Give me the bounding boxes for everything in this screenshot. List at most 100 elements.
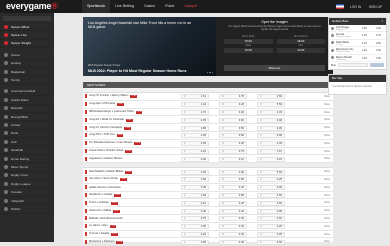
favorite-icon[interactable] bbox=[85, 192, 87, 197]
game-row[interactable]: Hellas Verona v Fiorentina 1 2.35 X 3.20 2… bbox=[83, 184, 333, 192]
game-row[interactable]: Jaguaracu v Atletico Mineiro 1 3.40 X 3.10… bbox=[83, 155, 333, 164]
sidebar-item-snooker[interactable]: Snooker bbox=[0, 188, 54, 197]
odds-away[interactable]: 2 2.60 bbox=[257, 216, 285, 222]
odds-draw[interactable]: X 3.50 bbox=[219, 125, 247, 131]
favorite-icon[interactable] bbox=[85, 224, 87, 229]
odds-draw[interactable]: X 3.25 bbox=[219, 200, 247, 206]
favorite-icon[interactable] bbox=[85, 133, 87, 138]
favorite-icon[interactable] bbox=[85, 200, 87, 205]
odds-draw[interactable]: X 3.40 bbox=[219, 109, 247, 115]
sidebar-item-horse-racing[interactable]: Horse Racing bbox=[0, 155, 54, 164]
favorite-icon[interactable] bbox=[85, 231, 87, 236]
odds-home[interactable]: 1 2.40 bbox=[181, 208, 209, 214]
odds-home[interactable]: 1 2.05 bbox=[181, 133, 209, 139]
odds-draw[interactable]: X 3.30 bbox=[219, 239, 247, 245]
odds-draw[interactable]: X 3.40 bbox=[219, 231, 247, 237]
odds-away[interactable]: 2 1.67 bbox=[257, 148, 285, 154]
odds-home[interactable]: 1 2.55 bbox=[181, 141, 209, 147]
sidebar-item-basketball[interactable]: Basketball bbox=[0, 68, 54, 77]
game-row[interactable]: Jan Chen v Sven Ozcan LIVE 1 1.60 X 3.60 22… bbox=[83, 176, 333, 184]
sidebar-item-soccer-offers[interactable]: Soccer Offers bbox=[0, 23, 54, 32]
sidebar-item-american-football[interactable]: American Football bbox=[0, 88, 54, 97]
odds-away[interactable]: 2 2.45 bbox=[257, 141, 285, 147]
nav-casino[interactable]: Casino bbox=[139, 0, 160, 13]
favorite-icon[interactable] bbox=[85, 125, 87, 130]
odds-away[interactable]: 2 4.50 bbox=[257, 192, 285, 198]
odds-draw[interactable]: X 3.50 bbox=[219, 192, 247, 198]
sidebar-item-motor-sports[interactable]: Motor Sports bbox=[0, 163, 54, 172]
hottest-bet-item[interactable]: Manchester City Premier League 1.20 2.00 bbox=[329, 47, 386, 55]
collapse-icon[interactable]: ▾ bbox=[381, 18, 383, 25]
odds-draw[interactable]: X 3.25 bbox=[219, 224, 247, 230]
odds-away[interactable]: 2 3.45 bbox=[257, 125, 285, 131]
sidebar-search[interactable] bbox=[3, 16, 51, 21]
sidebar-item-handball[interactable]: Handball bbox=[0, 146, 54, 155]
odds-home[interactable]: 1 1.55 bbox=[181, 169, 209, 175]
odds-home[interactable]: 1 2.20 bbox=[181, 231, 209, 237]
odds-draw[interactable]: X 3.75 bbox=[219, 148, 247, 154]
sidebar-item-soccer-tonight[interactable]: Soccer Tonight bbox=[0, 40, 54, 49]
sidebar-item-rugby-league[interactable]: Rugby League bbox=[0, 180, 54, 189]
favorite-icon[interactable] bbox=[85, 185, 87, 190]
nav-live-betting[interactable]: Live Betting bbox=[110, 0, 139, 13]
language-flag-icon[interactable] bbox=[336, 4, 345, 9]
sidebar-item-politics[interactable]: Politics bbox=[0, 205, 54, 214]
odds-draw[interactable]: X 3.50 bbox=[219, 133, 247, 139]
game-row[interactable]: Torino v Udinese LIVE 1 2.10 X 3.25 2 3.60 M… bbox=[83, 199, 333, 208]
odds-draw[interactable]: X 4.00 bbox=[219, 169, 247, 175]
game-row[interactable]: Le Havre v Pau LIVE 1 1.90 X 3.25 2 4.20 Mor… bbox=[83, 223, 333, 231]
sidebar-item-hockey[interactable]: Hockey bbox=[0, 60, 54, 68]
odds-home[interactable]: 1 3.40 bbox=[181, 156, 209, 162]
stake-field[interactable]: 10.00 bbox=[224, 48, 273, 53]
favorite-icon[interactable] bbox=[85, 208, 87, 213]
sidebar-item-soccer[interactable]: Soccer bbox=[0, 51, 54, 60]
favorite-icon[interactable] bbox=[85, 169, 87, 174]
game-row[interactable]: Ceara Tokai v Tohoku United LIVE 1 4.10 X3… bbox=[83, 148, 333, 156]
odds-away[interactable]: 2 3.50 bbox=[257, 239, 285, 245]
game-row[interactable]: Toronto v Seattle LIVE 1 2.20 X 3.40 2 3.25 … bbox=[83, 231, 333, 239]
game-row[interactable]: Jong FC Utrecht v Excelsior LIVE 1 1.89 X3… bbox=[83, 124, 333, 132]
hottest-bet-item[interactable]: Club Brugge Brugge KV 1.50 2.00 bbox=[329, 25, 386, 33]
nav-jackpot[interactable]: Jackpot bbox=[180, 0, 202, 13]
featured-image[interactable]: Los Angeles Angel baseball star Mike Tro… bbox=[83, 17, 216, 76]
sidebar-item-soccer-live[interactable]: Soccer Live bbox=[0, 31, 54, 40]
favorite-icon[interactable] bbox=[85, 109, 87, 114]
sidebar-item-tennis[interactable]: Tennis bbox=[0, 76, 54, 85]
odds-away[interactable]: 2 3.25 bbox=[257, 231, 285, 237]
favorite-icon[interactable] bbox=[85, 117, 87, 122]
odds-home[interactable]: 1 1.70 bbox=[181, 109, 209, 115]
sidebar-item-rugby-union[interactable]: Rugby Union bbox=[0, 172, 54, 181]
odds-draw[interactable]: X 3.10 bbox=[219, 156, 247, 162]
odds-draw[interactable]: X 3.25 bbox=[219, 141, 247, 147]
odds-home[interactable]: 1 2.10 bbox=[181, 200, 209, 206]
odds-away[interactable]: 2 4.33 bbox=[257, 109, 285, 115]
game-row[interactable]: Sevilla FC v Getafe LIVE 1 1.83 X 3.50 2 4.5… bbox=[83, 192, 333, 200]
favorite-icon[interactable] bbox=[85, 177, 87, 182]
odds-away[interactable]: 2 3.00 bbox=[257, 133, 285, 139]
game-row[interactable]: Real Madrid v Athletic Bilbao LIVE 1 1.55 … bbox=[83, 168, 333, 176]
odds-home[interactable]: 1 2.35 bbox=[181, 185, 209, 191]
favorite-icon[interactable] bbox=[85, 216, 87, 221]
nav-poker[interactable]: Poker bbox=[160, 0, 179, 13]
odds-home[interactable]: 1 1.60 bbox=[181, 177, 209, 183]
odds-home[interactable]: 1 2.05 bbox=[181, 117, 209, 123]
odds-draw[interactable]: X 3.60 bbox=[219, 177, 247, 183]
bets-input[interactable] bbox=[337, 63, 368, 68]
sidebar-item-darts[interactable]: Darts bbox=[0, 130, 54, 139]
bets-go-button[interactable] bbox=[370, 63, 384, 68]
odds-home[interactable]: 1 1.89 bbox=[181, 125, 209, 131]
pick-field[interactable]: 10.00 bbox=[276, 48, 325, 53]
login-link[interactable]: LOG IN bbox=[348, 5, 363, 9]
odds-home[interactable]: 1 2.75 bbox=[181, 216, 209, 222]
favorite-icon[interactable] bbox=[85, 102, 87, 107]
odds-draw[interactable]: X 3.20 bbox=[219, 216, 247, 222]
favorite-icon[interactable] bbox=[85, 141, 87, 146]
game-row[interactable]: Jong AZ v Roda JC Kerkrade LIVE 1 2.05 X 3.… bbox=[83, 116, 333, 125]
place-bet-button[interactable]: Place bet bbox=[224, 65, 325, 71]
return-field[interactable]: 18.00 bbox=[276, 39, 325, 44]
odds-home[interactable]: 1 1.61 bbox=[181, 94, 209, 100]
odds-away[interactable]: 2 2.15 bbox=[257, 156, 285, 162]
odds-draw[interactable]: X 3.75 bbox=[219, 94, 247, 100]
odds-away[interactable]: 2 2.50 bbox=[257, 94, 285, 100]
game-row[interactable]: FC Sibiriade-Reserve v Inter Mineiro LIVE… bbox=[83, 140, 333, 148]
